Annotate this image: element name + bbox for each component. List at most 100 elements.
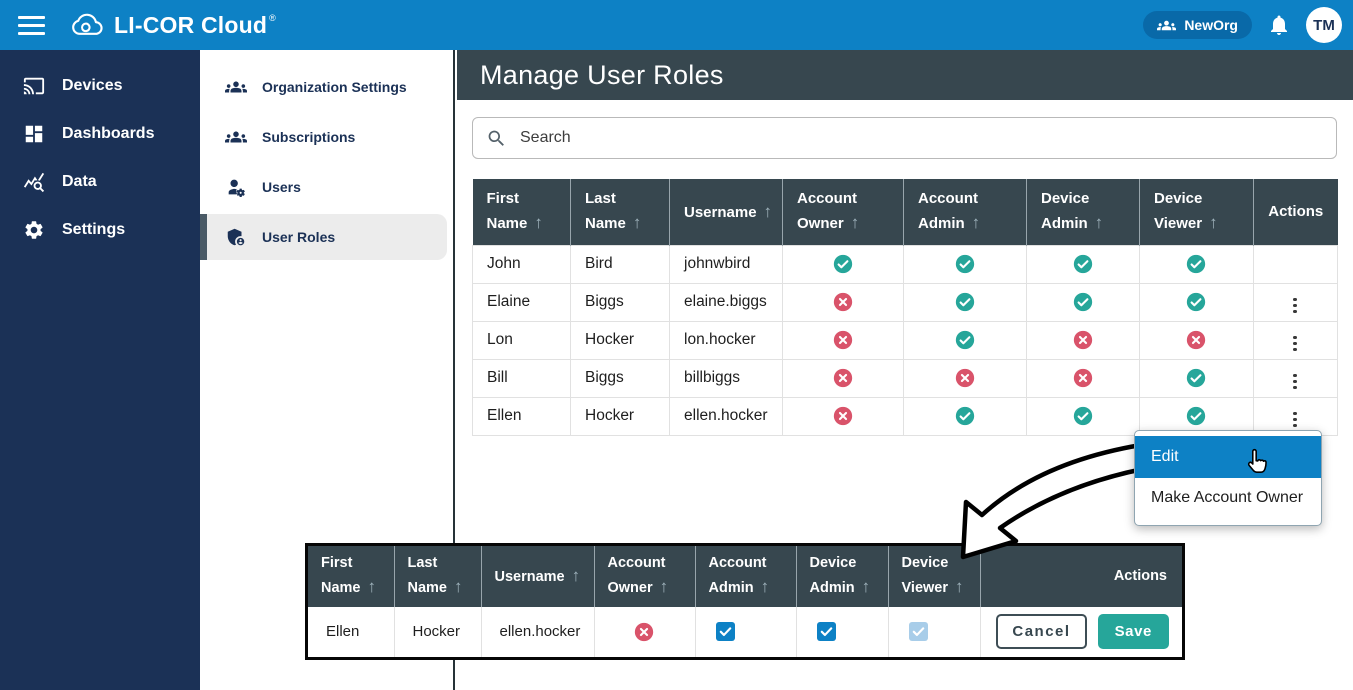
column-label: Device Viewer <box>902 555 949 596</box>
column-header-account-owner[interactable]: Account Owner↑ <box>594 546 695 607</box>
manage-accounts-icon <box>225 176 247 198</box>
query-stats-icon <box>23 171 45 193</box>
brand-name: LI-COR Cloud <box>114 10 267 40</box>
sort-arrow-icon: ↑ <box>1209 213 1218 232</box>
row-menu-kebab-icon[interactable] <box>1287 371 1303 393</box>
cell-username: ellen.hocker <box>670 397 783 435</box>
row-menu-kebab-icon[interactable] <box>1287 295 1303 317</box>
primary-sidebar: Devices Dashboards Data Settings <box>0 50 200 690</box>
search-input[interactable] <box>518 128 1323 148</box>
column-header-device-admin[interactable]: Device Admin↑ <box>1027 179 1140 245</box>
check-icon <box>954 331 976 348</box>
groups-icon <box>225 126 247 148</box>
column-label: Username <box>495 569 565 585</box>
column-label: First Name <box>487 190 528 232</box>
sidebar-item-dashboards[interactable]: Dashboards <box>0 110 200 158</box>
column-header-account-admin[interactable]: Account Admin↑ <box>695 546 796 607</box>
notifications-bell-icon[interactable] <box>1267 13 1291 37</box>
column-header-last-name[interactable]: Last Name↑ <box>394 546 481 607</box>
column-header-device-viewer[interactable]: Device Viewer ↑ <box>888 546 980 607</box>
column-label: Device Viewer <box>1154 190 1202 232</box>
cross-icon <box>832 293 854 310</box>
cell-actions <box>1254 359 1338 397</box>
column-header-username[interactable]: Username↑ <box>670 179 783 245</box>
check-icon <box>1185 369 1207 386</box>
cell-actions <box>1254 283 1338 321</box>
cell-first-name: Ellen <box>473 397 571 435</box>
cell-device-viewer <box>1140 283 1254 321</box>
settings-nav-item-subscriptions[interactable]: Subscriptions <box>200 114 453 160</box>
column-header-device-viewer[interactable]: Device Viewer ↑ <box>1140 179 1254 245</box>
cell-device-admin <box>1027 359 1140 397</box>
menu-item-make-account-owner[interactable]: Make Account Owner <box>1135 478 1321 518</box>
cross-icon <box>954 369 976 386</box>
gear-icon <box>23 219 45 241</box>
sort-arrow-icon: ↑ <box>972 213 981 232</box>
sort-arrow-icon: ↑ <box>955 577 964 596</box>
settings-nav-label: User Roles <box>262 229 335 245</box>
user-avatar[interactable]: TM <box>1306 7 1342 43</box>
settings-nav-item-user-roles[interactable]: User Roles <box>200 214 447 260</box>
cell-first-name: Ellen <box>308 607 394 657</box>
sidebar-item-label: Dashboards <box>62 125 154 143</box>
sidebar-item-label: Data <box>62 173 97 191</box>
cell-device-admin-checkbox <box>796 607 888 657</box>
brand-logo: LI-COR Cloud ® <box>70 10 276 40</box>
column-header-username[interactable]: Username ↑ <box>481 546 594 607</box>
cell-last-name: Biggs <box>571 359 670 397</box>
row-menu-kebab-icon[interactable] <box>1287 333 1303 355</box>
account-admin-checkbox[interactable] <box>716 622 735 641</box>
page-header: Manage User Roles <box>457 50 1353 100</box>
sort-arrow-icon: ↑ <box>368 577 377 596</box>
check-icon <box>954 293 976 310</box>
sidebar-item-data[interactable]: Data <box>0 158 200 206</box>
cell-username: elaine.biggs <box>670 283 783 321</box>
column-header-account-owner[interactable]: Account Owner↑ <box>783 179 904 245</box>
cell-device-admin <box>1027 397 1140 435</box>
column-header-device-admin[interactable]: Device Admin↑ <box>796 546 888 607</box>
cell-username: lon.hocker <box>670 321 783 359</box>
cell-account-owner <box>783 359 904 397</box>
cell-device-admin <box>1027 245 1140 283</box>
device-viewer-checkbox <box>909 622 928 641</box>
cross-icon <box>1072 331 1094 348</box>
row-menu-kebab-icon[interactable] <box>1287 409 1303 431</box>
registered-mark: ® <box>269 13 276 23</box>
column-label: Device Admin <box>1041 190 1089 232</box>
cell-first-name: Lon <box>473 321 571 359</box>
row-context-menu: Edit Make Account Owner <box>1134 430 1322 526</box>
settings-nav-item-users[interactable]: Users <box>200 164 453 210</box>
inset-table-body: EllenHockerellen.hockerCancelSave <box>308 607 1182 657</box>
save-button[interactable]: Save <box>1098 614 1169 649</box>
cell-device-viewer <box>1140 321 1254 359</box>
cell-account-admin <box>904 359 1027 397</box>
device-admin-checkbox[interactable] <box>817 622 836 641</box>
edit-row: EllenHockerellen.hockerCancelSave <box>308 607 1182 657</box>
column-header-first-name[interactable]: First Name↑ <box>308 546 394 607</box>
cross-icon <box>1072 369 1094 386</box>
column-label: Last Name <box>408 555 448 596</box>
hamburger-menu-icon[interactable] <box>18 16 45 35</box>
column-header-last-name[interactable]: Last Name↑ <box>571 179 670 245</box>
table-row: JohnBirdjohnwbird <box>473 245 1338 283</box>
sort-arrow-icon: ↑ <box>660 577 669 596</box>
cancel-button[interactable]: Cancel <box>996 614 1086 649</box>
cloud-logo-icon <box>70 12 105 39</box>
column-header-account-admin[interactable]: Account Admin↑ <box>904 179 1027 245</box>
cell-last-name: Biggs <box>571 283 670 321</box>
cell-account-admin <box>904 397 1027 435</box>
settings-nav-item-organization-settings[interactable]: Organization Settings <box>200 64 453 110</box>
column-label: Account Admin <box>709 555 767 596</box>
cell-account-admin-checkbox <box>695 607 796 657</box>
column-header-first-name[interactable]: First Name↑ <box>473 179 571 245</box>
menu-item-edit[interactable]: Edit <box>1135 436 1321 478</box>
cell-first-name: Bill <box>473 359 571 397</box>
org-switcher-badge[interactable]: NewOrg <box>1143 11 1252 39</box>
sidebar-item-devices[interactable]: Devices <box>0 62 200 110</box>
table-row: ElaineBiggselaine.biggs <box>473 283 1338 321</box>
cross-icon <box>1185 331 1207 348</box>
sidebar-item-settings[interactable]: Settings <box>0 206 200 254</box>
sort-arrow-icon: ↑ <box>572 566 581 585</box>
search-box[interactable] <box>472 117 1337 159</box>
appbar-right: NewOrg TM <box>1143 7 1353 43</box>
